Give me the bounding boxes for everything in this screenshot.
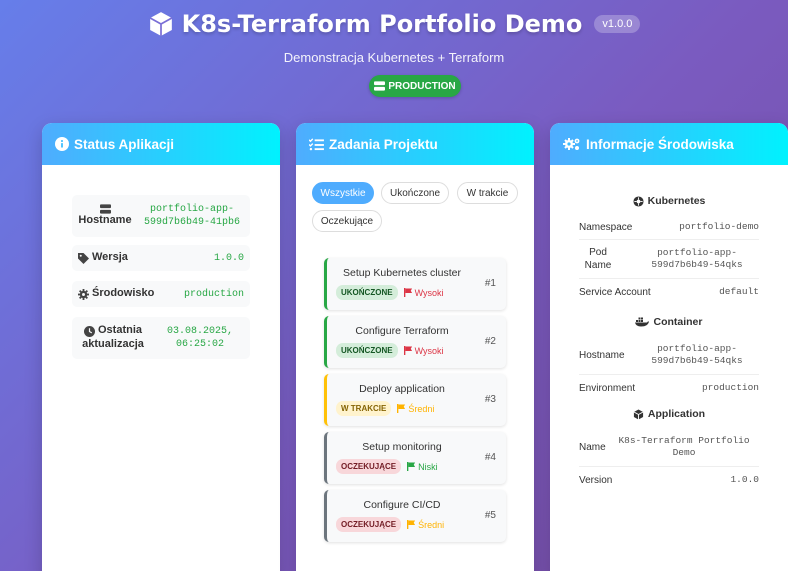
flag-icon: [403, 346, 412, 355]
page-subtitle: Demonstracja Kubernetes + Terraform: [283, 50, 505, 65]
flag-icon: [403, 288, 412, 297]
filter-pending-button[interactable]: Oczekujące: [312, 210, 382, 232]
status-last-update-label: Ostatnia: [97, 324, 142, 337]
docker-icon: [635, 317, 650, 327]
environment-card-header: Informacje Środowiska: [550, 123, 788, 165]
task-priority: Wysoki: [414, 287, 444, 298]
application-section-title: Application: [550, 408, 788, 420]
task-item[interactable]: Deploy application W TRAKCIE Średni #3: [324, 374, 506, 426]
application-version-value: 1.0.0: [730, 473, 759, 485]
service-account-row: Service Account default: [579, 279, 759, 305]
container-environment-label: Environment: [579, 382, 636, 394]
status-hostname-value: portfolio-app- 599d7b6b49-41pb6: [143, 204, 240, 228]
task-number: #2: [484, 336, 496, 347]
filter-all-button[interactable]: Wszystkie: [312, 182, 374, 204]
task-item[interactable]: Setup monitoring OCZEKUJĄCE Niski #4: [324, 432, 506, 484]
environment-card: Informacje Środowiska Kubernetes Namespa…: [550, 123, 788, 571]
tasks-icon: [309, 137, 324, 150]
task-item[interactable]: Configure Terraform UKOŃCZONE Wysoki #2: [324, 316, 506, 368]
task-item[interactable]: Setup Kubernetes cluster UKOŃCZONE Wysok…: [324, 258, 506, 310]
task-priority: Średni: [418, 519, 445, 530]
pod-name-row: Pod Name portfolio-app- 599d7b6b49-54qks: [579, 240, 759, 279]
task-number: #4: [484, 452, 496, 463]
namespace-label: Namespace: [579, 221, 633, 233]
status-version-value: 1.0.0: [213, 252, 244, 264]
container-environment-row: Environment production: [579, 375, 759, 401]
version-badge: v1.0.0: [594, 15, 641, 33]
task-number: #3: [484, 394, 496, 405]
kubernetes-section-title: Kubernetes: [550, 195, 788, 207]
pod-name-label: Pod Name: [584, 247, 612, 271]
tasks-card: Zadania Projektu Wszystkie Ukończone W t…: [296, 123, 534, 571]
container-section-title: Container: [550, 316, 788, 328]
task-item[interactable]: Configure CI/CD OCZEKUJĄCE Średni #5: [324, 490, 506, 542]
flag-icon: [397, 404, 406, 413]
environment-card-title: Informacje Środowiska: [586, 136, 734, 152]
task-status-badge: UKOŃCZONE: [336, 343, 398, 358]
tasks-card-title: Zadania Projektu: [329, 136, 438, 152]
task-status-badge: OCZEKUJĄCE: [336, 517, 402, 532]
container-environment-value: production: [701, 381, 759, 393]
info-icon: [55, 137, 69, 151]
server-icon: [374, 81, 386, 91]
task-status-badge: OCZEKUJĄCE: [336, 459, 402, 474]
status-card: Status Aplikacji Hostname portfolio-app-…: [42, 123, 280, 571]
status-card-title: Status Aplikacji: [74, 136, 175, 152]
status-card-header: Status Aplikacji: [42, 123, 280, 165]
task-title: Setup Kubernetes cluster: [343, 267, 461, 279]
status-hostname-label: Hostname: [78, 214, 132, 227]
gear-icon: [78, 288, 89, 300]
tasks-card-header: Zadania Projektu: [296, 123, 534, 165]
environment-badge-label: PRODUCTION: [388, 80, 456, 92]
namespace-row: Namespace portfolio-demo: [579, 215, 759, 240]
cube-icon: [149, 12, 172, 36]
task-title: Setup monitoring: [362, 441, 442, 453]
clock-icon: [83, 325, 95, 337]
task-title: Configure CI/CD: [363, 499, 441, 511]
status-version-label: Wersja: [92, 251, 128, 264]
application-name-label: Name: [579, 441, 606, 453]
task-priority: Wysoki: [414, 345, 444, 356]
status-hostname: Hostname portfolio-app- 599d7b6b49-41pb6: [72, 195, 250, 237]
page-header: K8s-Terraform Portfolio Demo v1.0.0: [0, 10, 788, 38]
flag-icon: [407, 520, 416, 529]
application-version-row: Version 1.0.0: [579, 467, 759, 493]
page-title-text: K8s-Terraform Portfolio Demo: [181, 10, 583, 38]
flag-icon: [407, 462, 416, 471]
environment-badge: PRODUCTION: [369, 75, 461, 97]
status-environment-value: production: [183, 288, 244, 300]
task-title: Deploy application: [359, 383, 445, 395]
filter-completed-button[interactable]: Ukończone: [381, 182, 449, 204]
container-hostname-label: Hostname: [579, 349, 625, 361]
task-title: Configure Terraform: [355, 325, 449, 337]
task-number: #5: [484, 510, 496, 521]
service-account-value: default: [719, 285, 759, 297]
application-name-value: K8s-Terraform Portfolio Demo: [618, 434, 750, 458]
task-priority: Niski: [418, 461, 438, 472]
application-version-label: Version: [579, 474, 613, 486]
task-status-badge: UKOŃCZONE: [336, 285, 398, 300]
page-title: K8s-Terraform Portfolio Demo: [148, 10, 583, 38]
container-hostname-row: Hostname portfolio-app- 599d7b6b49-54qks: [579, 336, 759, 375]
tag-icon: [78, 252, 89, 264]
pod-name-value: portfolio-app- 599d7b6b49-54qks: [651, 246, 743, 270]
filter-in-progress-button[interactable]: W trakcie: [457, 182, 518, 204]
container-hostname-value: portfolio-app- 599d7b6b49-54qks: [651, 342, 743, 366]
task-status-badge: W TRAKCIE: [336, 401, 392, 416]
task-number: #1: [484, 278, 496, 289]
status-last-update: Ostatnia aktualizacja 03.08.2025, 06:25:0…: [72, 317, 250, 359]
status-environment-label: Środowisko: [92, 287, 155, 300]
status-environment: Środowisko production: [72, 281, 250, 307]
namespace-value: portfolio-demo: [679, 220, 759, 232]
task-priority: Średni: [408, 403, 435, 414]
status-last-update-value: 03.08.2025, 06:25:02: [166, 326, 233, 350]
status-version: Wersja 1.0.0: [72, 245, 250, 271]
server-icon: [99, 204, 111, 214]
gears-icon: [563, 138, 580, 150]
application-name-row: Name K8s-Terraform Portfolio Demo: [579, 428, 759, 467]
cube-icon: [633, 408, 644, 420]
kubernetes-icon: [633, 195, 644, 207]
service-account-label: Service Account: [579, 286, 651, 298]
